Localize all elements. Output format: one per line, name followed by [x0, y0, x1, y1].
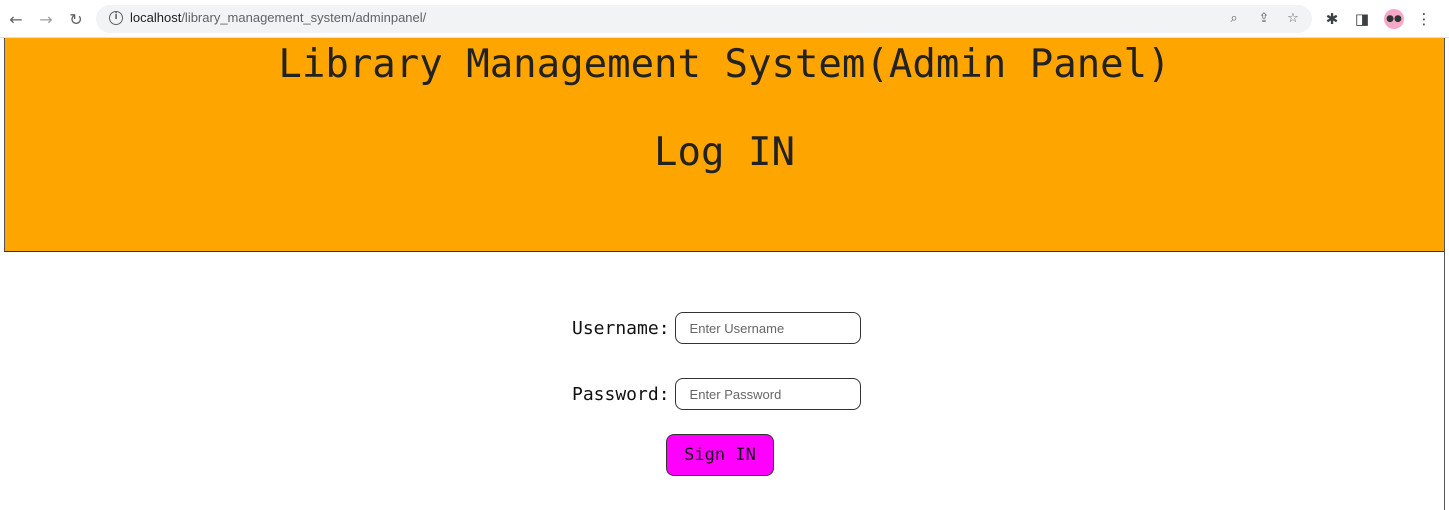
share-icon[interactable]: ⇪	[1256, 11, 1272, 27]
username-input[interactable]	[674, 312, 861, 344]
zoom-icon[interactable]: ⌕	[1226, 11, 1242, 27]
back-arrow-icon[interactable]: ←	[6, 9, 26, 29]
page-subtitle: Log IN	[654, 130, 795, 175]
profile-avatar-icon[interactable]: ●●	[1384, 9, 1404, 29]
page-title: Library Management System(Admin Panel)	[278, 42, 1171, 87]
reload-icon[interactable]: ↻	[66, 9, 86, 29]
forward-arrow-icon[interactable]: →	[36, 9, 56, 29]
url-text[interactable]: localhost/library_management_system/admi…	[130, 10, 426, 25]
page-header: Library Management System(Admin Panel) L…	[4, 38, 1445, 252]
login-form-area: Username: Password: Sign IN	[4, 252, 1445, 510]
username-row: Username:	[572, 312, 861, 344]
star-icon[interactable]: ☆	[1285, 11, 1301, 27]
password-input[interactable]	[674, 378, 861, 410]
username-label: Username:	[572, 317, 670, 339]
address-bar[interactable]: i localhost/library_management_system/ad…	[96, 5, 1312, 33]
url-host: localhost	[130, 10, 182, 25]
browser-toolbar: ← → ↻ i localhost/library_management_sys…	[0, 0, 1449, 38]
url-path: /library_management_system/adminpanel/	[181, 10, 427, 25]
password-label: Password:	[572, 383, 670, 405]
side-panel-icon[interactable]: ◨	[1352, 9, 1372, 29]
info-icon[interactable]: i	[109, 11, 123, 25]
password-row: Password:	[572, 378, 861, 410]
menu-icon[interactable]: ⋮	[1414, 9, 1434, 29]
sign-in-button[interactable]: Sign IN	[666, 434, 774, 476]
extensions-icon[interactable]: ✱	[1322, 9, 1342, 29]
